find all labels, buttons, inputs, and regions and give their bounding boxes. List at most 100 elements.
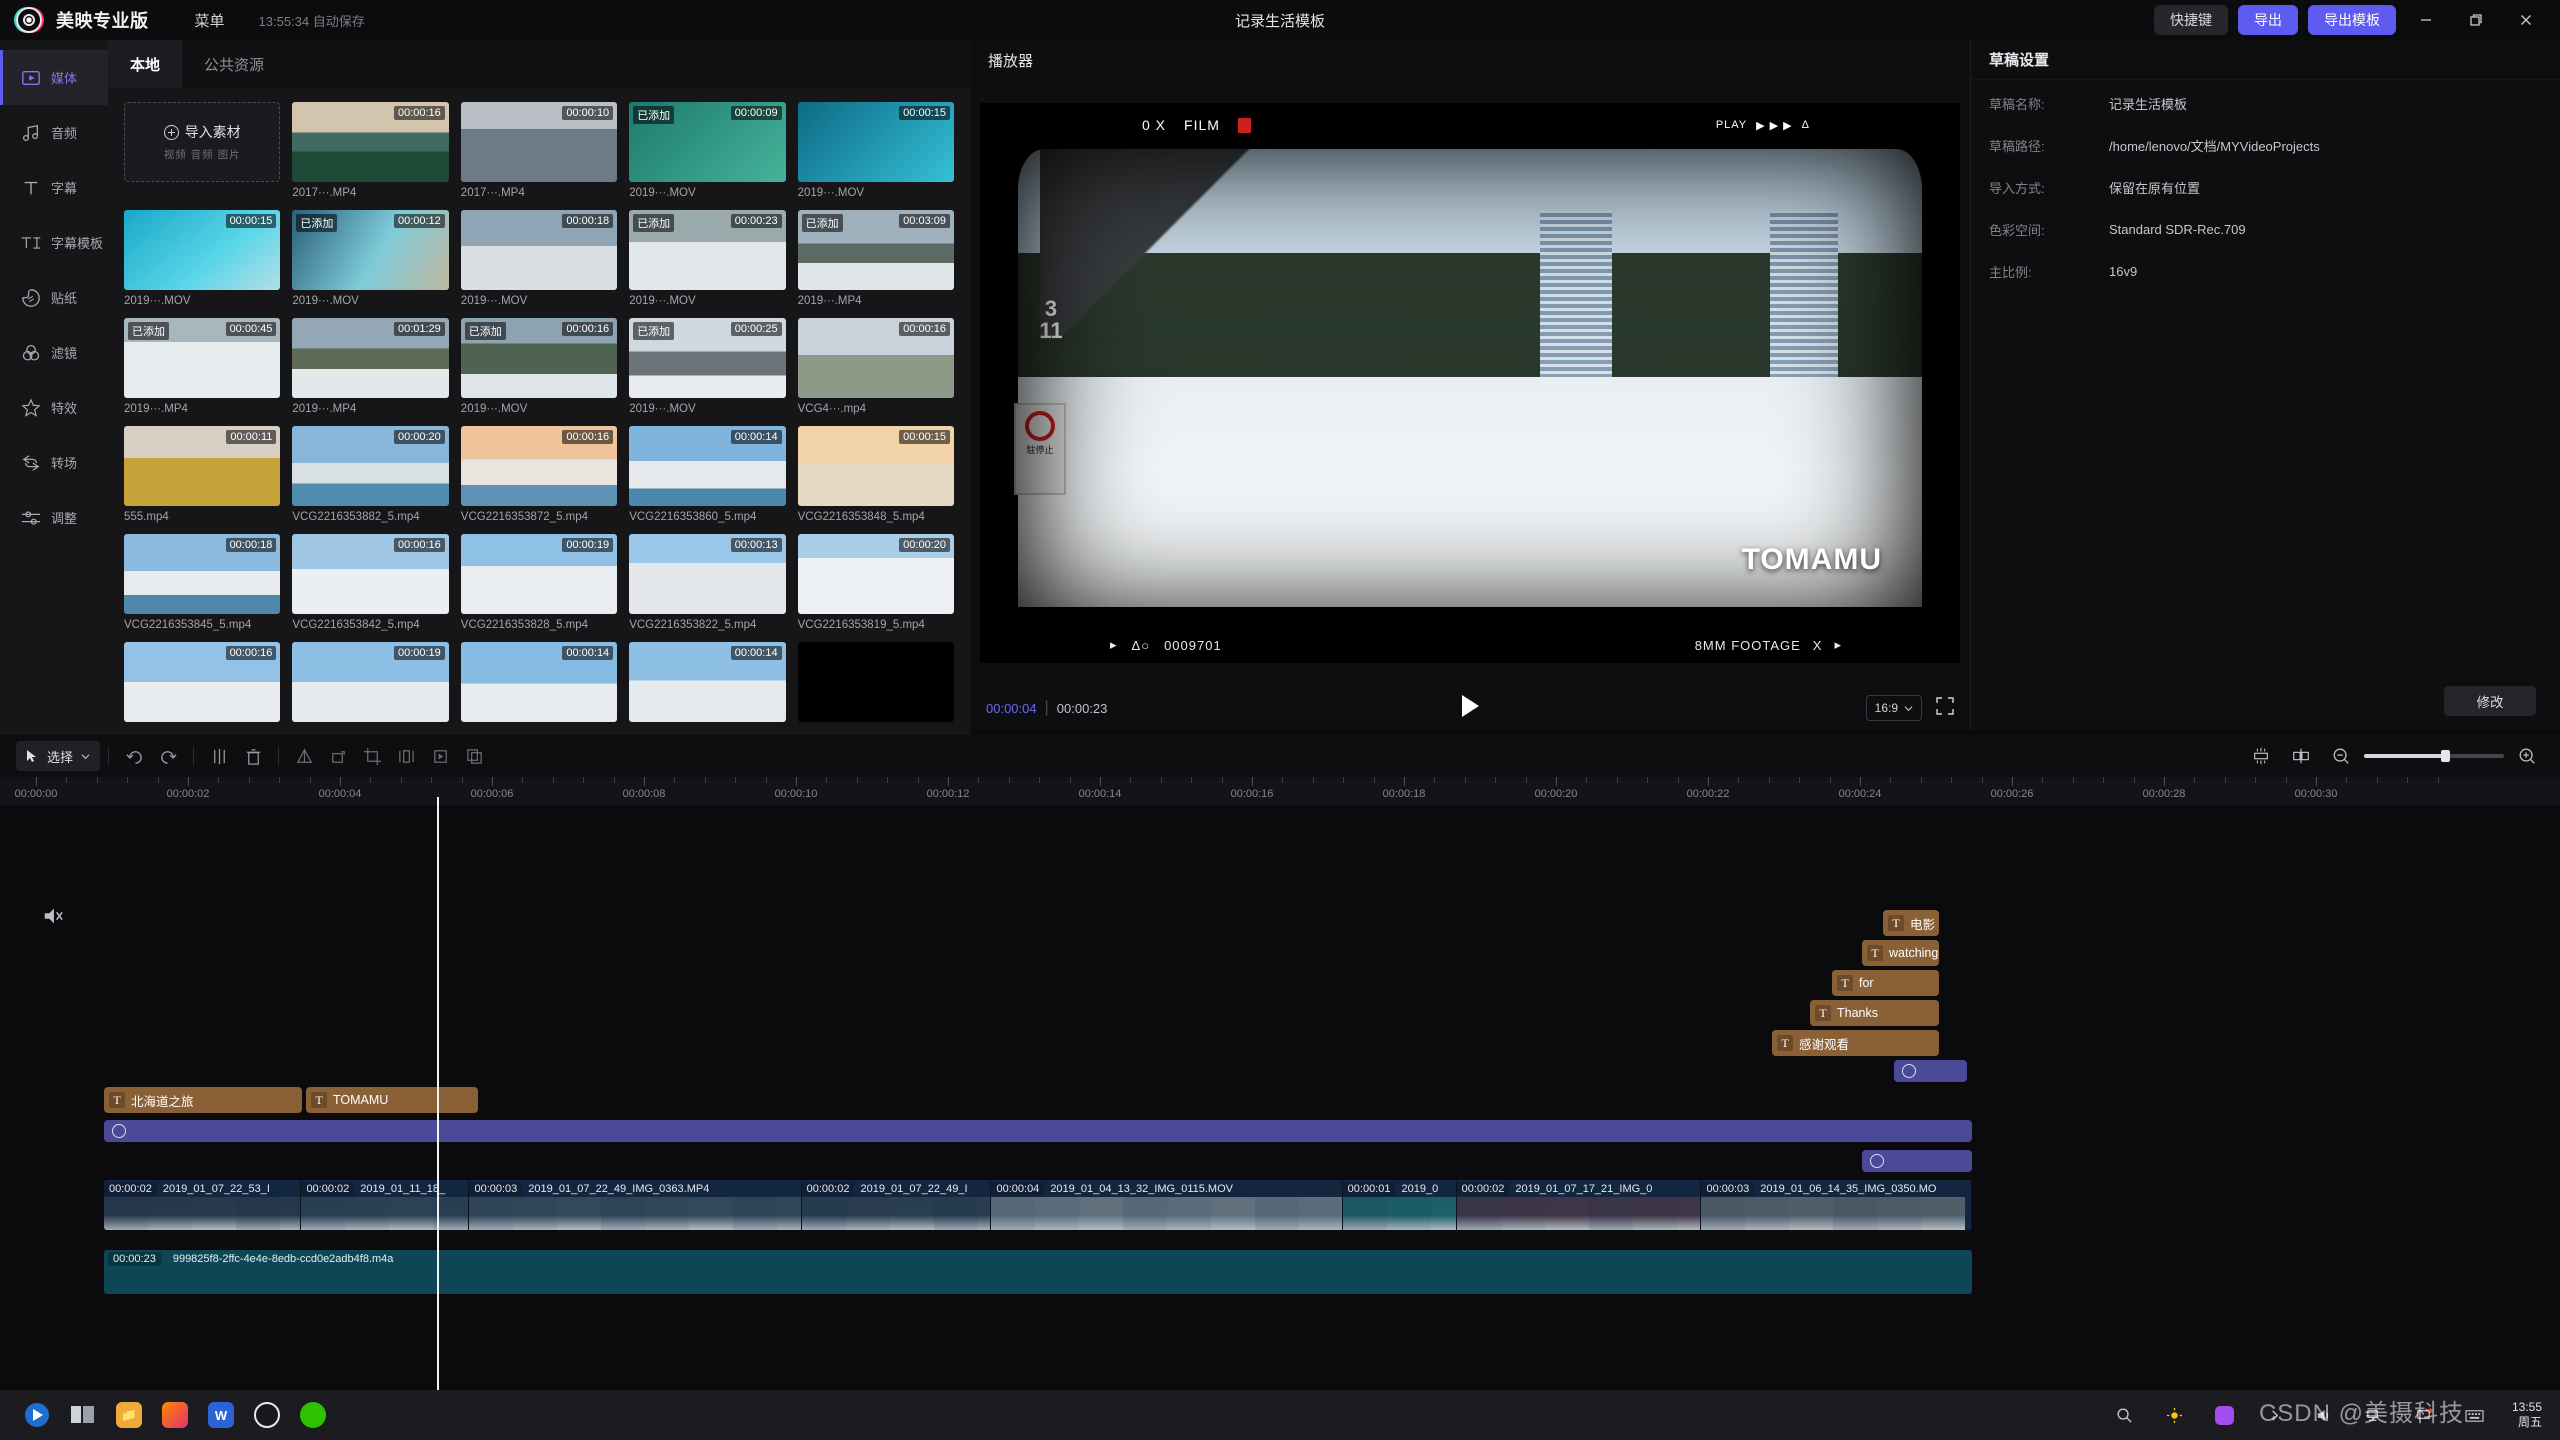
split-icon[interactable] bbox=[202, 741, 236, 771]
aspect-ratio-select[interactable]: 16:9 bbox=[1865, 695, 1922, 721]
video-segment[interactable]: 00:00:03 2019_01_07_22_49_IMG_0363.MP4 bbox=[469, 1180, 802, 1230]
brightness-icon[interactable] bbox=[2152, 1396, 2198, 1434]
sidebar-item-1[interactable]: 媒体 bbox=[0, 50, 108, 105]
effect-clip[interactable] bbox=[104, 1120, 1972, 1142]
search-icon[interactable] bbox=[2102, 1396, 2148, 1434]
video-segment[interactable]: 00:00:01 2019_0 bbox=[1342, 1180, 1457, 1230]
effect-clip[interactable] bbox=[1862, 1150, 1972, 1172]
freeze-icon[interactable] bbox=[389, 741, 423, 771]
import-media-cell[interactable]: 导入素材 视频 音频 图片 bbox=[124, 102, 281, 199]
media-item[interactable]: 00:00:20 VCG2216353819_5.mp4 bbox=[797, 534, 954, 631]
media-item[interactable]: 已添加 00:00:45 2019···.MP4 bbox=[124, 318, 281, 415]
media-item[interactable]: 00:00:16 VCG2216353842_5.mp4 bbox=[292, 534, 449, 631]
wechat-icon[interactable] bbox=[290, 1396, 336, 1434]
modify-button[interactable]: 修改 bbox=[2444, 686, 2536, 716]
playhead[interactable] bbox=[437, 805, 439, 1390]
timeline-zoom-slider[interactable] bbox=[2364, 750, 2504, 762]
sidebar-item-9[interactable]: 调整 bbox=[0, 490, 108, 545]
video-preview[interactable]: 3 11 駐停止 0 X FILM PLAY ▶ ▶ ▶ Δ TOMAMU ▸ … bbox=[980, 103, 1960, 663]
media-item[interactable]: 已添加 00:00:12 2019···.MOV bbox=[292, 210, 449, 307]
files-icon[interactable]: 📁 bbox=[106, 1396, 152, 1434]
rotate-icon[interactable] bbox=[321, 741, 355, 771]
keyframe-icon[interactable] bbox=[423, 741, 457, 771]
export-template-button[interactable]: 导出模板 bbox=[2308, 5, 2396, 35]
shortcut-button[interactable]: 快捷键 bbox=[2154, 5, 2228, 35]
sidebar-item-4[interactable]: 字幕模板 bbox=[0, 215, 108, 270]
zoom-in-icon[interactable] bbox=[2510, 741, 2544, 771]
media-item[interactable]: 已添加 00:03:09 2019···.MP4 bbox=[797, 210, 954, 307]
sidebar-item-7[interactable]: 特效 bbox=[0, 380, 108, 435]
fullscreen-icon[interactable] bbox=[1936, 696, 1954, 720]
notification-icon[interactable] bbox=[2402, 1396, 2448, 1434]
media-item[interactable] bbox=[797, 642, 954, 727]
media-item[interactable]: 00:00:16 VCG4···.mp4 bbox=[797, 318, 954, 415]
media-item[interactable]: 00:00:11 555.mp4 bbox=[124, 426, 281, 523]
mute-icon[interactable] bbox=[42, 905, 64, 932]
media-item[interactable]: 00:00:19 bbox=[292, 642, 449, 727]
media-item[interactable]: 00:00:20 VCG2216353882_5.mp4 bbox=[292, 426, 449, 523]
media-item[interactable]: 00:00:16 2017···.MP4 bbox=[292, 102, 449, 199]
video-segment[interactable]: 00:00:04 2019_01_04_13_32_IMG_0115.MOV bbox=[991, 1180, 1343, 1230]
media-item[interactable]: 00:00:14 bbox=[629, 642, 786, 727]
crop-icon[interactable] bbox=[355, 741, 389, 771]
sidebar-item-6[interactable]: 滤镜 bbox=[0, 325, 108, 380]
close-icon[interactable] bbox=[2506, 4, 2546, 36]
media-item[interactable]: 00:00:14 VCG2216353860_5.mp4 bbox=[629, 426, 786, 523]
media-item[interactable]: 00:00:19 VCG2216353828_5.mp4 bbox=[460, 534, 618, 631]
media-item[interactable]: 00:00:13 VCG2216353822_5.mp4 bbox=[629, 534, 786, 631]
mirror-icon[interactable] bbox=[287, 741, 321, 771]
sidebar-item-8[interactable]: 转场 bbox=[0, 435, 108, 490]
media-tab-1[interactable]: 本地 bbox=[108, 40, 183, 88]
video-segment[interactable]: 00:00:02 2019_01_07_22_49_I bbox=[801, 1180, 992, 1230]
taskbar-clock[interactable]: 13:55 周五 bbox=[2512, 1400, 2542, 1430]
timeline-ruler[interactable]: 00:00:00 00:00:02 00:00:04 00:00:06 00:00:08… bbox=[0, 777, 2560, 805]
media-item[interactable]: 已添加 00:00:09 2019···.MOV bbox=[629, 102, 786, 199]
media-item[interactable]: 00:00:16 bbox=[124, 642, 281, 727]
text-clip[interactable]: T 感谢观看 bbox=[1772, 1030, 1939, 1056]
text-clip[interactable]: Twatching bbox=[1862, 940, 1939, 966]
media-item[interactable]: 00:00:16 VCG2216353872_5.mp4 bbox=[460, 426, 618, 523]
text-clip[interactable]: T Thanks bbox=[1810, 1000, 1939, 1026]
video-segment[interactable]: 00:00:03 2019_01_06_14_35_IMG_0350.MO bbox=[1701, 1180, 1972, 1230]
video-track[interactable]: 00:00:02 2019_01_07_22_53_I 00:00:02 2019_0… bbox=[104, 1180, 1972, 1230]
gallery-icon[interactable] bbox=[2202, 1396, 2248, 1434]
media-item[interactable]: 00:00:14 bbox=[460, 642, 618, 727]
media-item[interactable]: 00:00:15 VCG2216353848_5.mp4 bbox=[797, 426, 954, 523]
sidebar-item-2[interactable]: 音频 bbox=[0, 105, 108, 160]
text-clip[interactable]: T 北海道之旅 bbox=[104, 1087, 302, 1113]
text-clip[interactable]: T 电影 bbox=[1883, 910, 1939, 936]
zoom-slider-knob[interactable] bbox=[2441, 750, 2451, 762]
media-item[interactable]: 00:00:10 2017···.MP4 bbox=[460, 102, 618, 199]
redo-icon[interactable] bbox=[151, 741, 185, 771]
sidebar-item-5[interactable]: 贴纸 bbox=[0, 270, 108, 325]
text-clip[interactable]: T TOMAMU bbox=[306, 1087, 478, 1113]
chevron-right-icon[interactable] bbox=[2252, 1396, 2298, 1434]
maximize-icon[interactable] bbox=[2456, 4, 2496, 36]
network-icon[interactable] bbox=[2352, 1396, 2398, 1434]
media-item[interactable]: 00:00:15 2019···.MOV bbox=[797, 102, 954, 199]
media-item[interactable]: 00:00:15 2019···.MOV bbox=[124, 210, 281, 307]
media-item[interactable]: 已添加 00:00:23 2019···.MOV bbox=[629, 210, 786, 307]
volume-icon[interactable] bbox=[2302, 1396, 2348, 1434]
taskview-icon[interactable] bbox=[60, 1396, 106, 1434]
menu-button[interactable]: 菜单 bbox=[195, 10, 225, 31]
media-item[interactable]: 已添加 00:00:16 2019···.MOV bbox=[460, 318, 618, 415]
firefox-icon[interactable] bbox=[152, 1396, 198, 1434]
media-item[interactable]: 00:00:18 VCG2216353845_5.mp4 bbox=[124, 534, 281, 631]
copy-icon[interactable] bbox=[457, 741, 491, 771]
minimize-icon[interactable] bbox=[2406, 4, 2446, 36]
auto-adsorb-icon[interactable] bbox=[2244, 741, 2278, 771]
audio-clip[interactable]: 00:00:23 999825f8-2ffc-4e4e-8edb-ccd0e2ad… bbox=[104, 1250, 1972, 1294]
video-segment[interactable]: 00:00:02 2019_01_07_22_53_I bbox=[104, 1180, 302, 1230]
export-button[interactable]: 导出 bbox=[2238, 5, 2298, 35]
media-tab-2[interactable]: 公共资源 bbox=[182, 40, 286, 88]
link-icon[interactable] bbox=[2284, 741, 2318, 771]
sidebar-item-3[interactable]: 字幕 bbox=[0, 160, 108, 215]
video-segment[interactable]: 00:00:02 2019_01_11_18_ bbox=[301, 1180, 470, 1230]
keyboard-icon[interactable] bbox=[2452, 1396, 2498, 1434]
select-tool-button[interactable]: 选择 bbox=[16, 741, 101, 771]
effect-clip[interactable] bbox=[1894, 1060, 1967, 1082]
zoom-out-icon[interactable] bbox=[2324, 741, 2358, 771]
media-item[interactable]: 已添加 00:00:25 2019···.MOV bbox=[629, 318, 786, 415]
video-segment[interactable]: 00:00:02 2019_01_07_17_21_IMG_0 bbox=[1456, 1180, 1702, 1230]
